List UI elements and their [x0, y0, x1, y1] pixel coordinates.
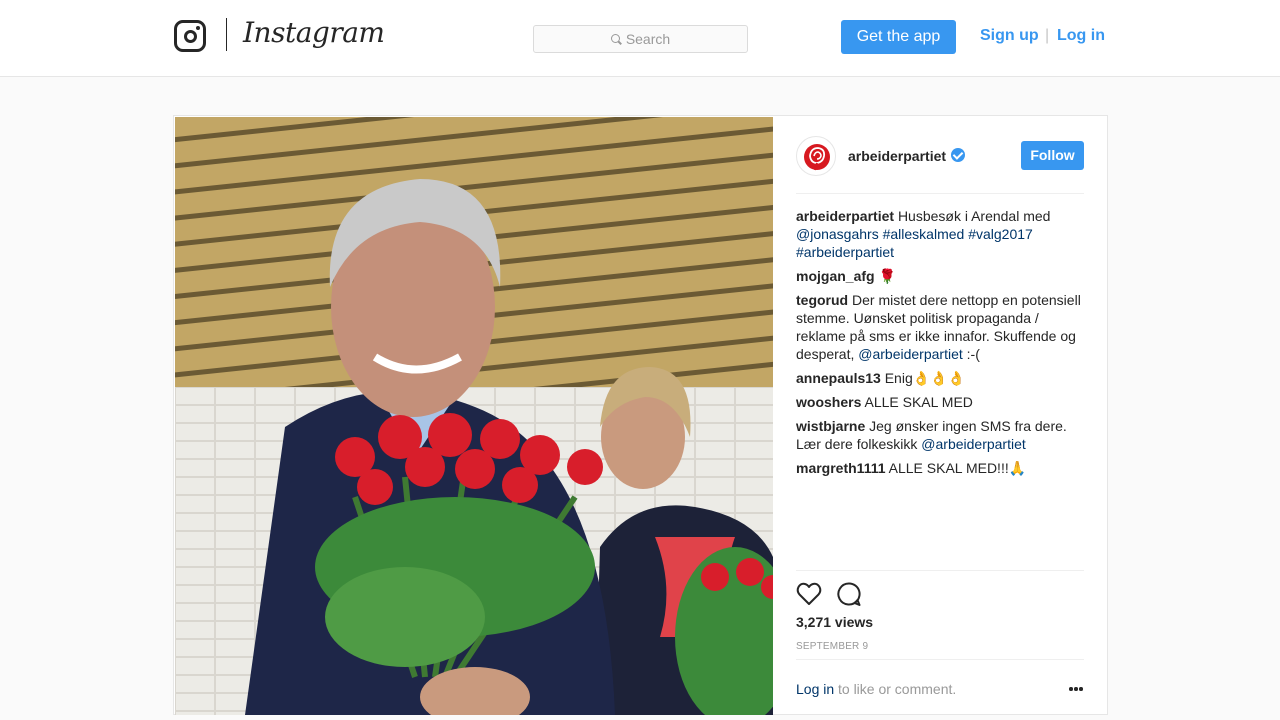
search-input[interactable]: Search: [533, 25, 748, 53]
comment-item: margreth1111 ALLE SKAL MED!!!🙏: [796, 459, 1084, 477]
camera-flash-dot: [196, 26, 200, 30]
comment-list: arbeiderpartiet Husbesøk i Arendal med @…: [796, 207, 1084, 483]
top-nav: Instagram Search Get the app Sign up | L…: [0, 0, 1280, 77]
post-date[interactable]: SEPTEMBER 9: [796, 641, 868, 652]
author-avatar[interactable]: [796, 136, 836, 176]
comment-username[interactable]: wistbjarne: [796, 418, 865, 434]
instagram-camera-icon[interactable]: [174, 20, 206, 52]
camera-lens: [183, 29, 197, 43]
comment-text: 🌹: [878, 268, 896, 284]
comment-icon[interactable]: [836, 581, 862, 607]
log-in-link[interactable]: Log in: [1057, 27, 1105, 45]
caption-text: Husbesøk i Arendal med: [897, 208, 1051, 224]
comment-username[interactable]: tegorud: [796, 292, 848, 308]
caption: arbeiderpartiet Husbesøk i Arendal med @…: [796, 207, 1084, 261]
comment-text: ALLE SKAL MED: [864, 394, 973, 410]
footer-prompt-text: to like or comment.: [838, 681, 957, 697]
comment-username[interactable]: wooshers: [796, 394, 861, 410]
post-actions: 3,271 views SEPTEMBER 9: [796, 570, 1084, 659]
comment-item: mojgan_afg 🌹: [796, 267, 1084, 285]
search-icon: [610, 33, 620, 43]
comment-item: wooshers ALLE SKAL MED: [796, 393, 1084, 411]
comment-mention[interactable]: @arbeiderpartiet: [921, 436, 1026, 452]
verified-badge-icon: [951, 148, 965, 162]
view-count: 3,271 views: [796, 614, 874, 630]
caption-username[interactable]: arbeiderpartiet: [796, 208, 894, 224]
logo-divider: [226, 18, 227, 51]
search-placeholder: Search: [625, 31, 671, 47]
hashtag-alleskalmed[interactable]: #alleskalmed: [883, 226, 965, 242]
post-footer: Log in to like or comment.: [796, 659, 1084, 714]
comment-text-suffix: :-(: [966, 346, 980, 362]
sign-up-link[interactable]: Sign up: [980, 27, 1039, 45]
footer-log-in-link[interactable]: Log in: [796, 681, 834, 697]
comment-username[interactable]: annepauls13: [796, 370, 881, 386]
rose-logo-icon: [804, 144, 830, 171]
comment-text: Enig👌👌👌: [884, 370, 966, 386]
comment-mention[interactable]: @arbeiderpartiet: [858, 346, 963, 362]
more-options-icon[interactable]: [1069, 687, 1083, 691]
comment-item: tegorud Der mistet dere nettopp en poten…: [796, 291, 1084, 363]
get-the-app-button[interactable]: Get the app: [841, 20, 956, 54]
heart-icon[interactable]: [796, 581, 822, 607]
comment-item: annepauls13 Enig👌👌👌: [796, 369, 1084, 387]
post-card: arbeiderpartiet Follow arbeiderpartiet H…: [173, 115, 1108, 715]
comment-item: wistbjarne Jeg ønsker ingen SMS fra dere…: [796, 417, 1084, 453]
comment-username[interactable]: mojgan_afg: [796, 268, 875, 284]
nav-separator: |: [1045, 27, 1050, 44]
comment-text: ALLE SKAL MED!!!🙏: [888, 460, 1027, 476]
hashtag-arbeiderpartiet[interactable]: #arbeiderpartiet: [796, 244, 894, 260]
post-sidebar: arbeiderpartiet Follow arbeiderpartiet H…: [773, 116, 1107, 714]
post-image[interactable]: [175, 117, 773, 715]
hashtag-valg2017[interactable]: #valg2017: [968, 226, 1033, 242]
post-photo-illustration: [175, 117, 773, 715]
caption-mention[interactable]: @jonasgahrs: [796, 226, 879, 242]
post-header: arbeiderpartiet Follow: [796, 116, 1084, 194]
author-username[interactable]: arbeiderpartiet: [848, 148, 946, 164]
follow-button[interactable]: Follow: [1021, 141, 1084, 170]
instagram-wordmark[interactable]: Instagram: [243, 16, 385, 49]
comment-username[interactable]: margreth1111: [796, 460, 886, 476]
